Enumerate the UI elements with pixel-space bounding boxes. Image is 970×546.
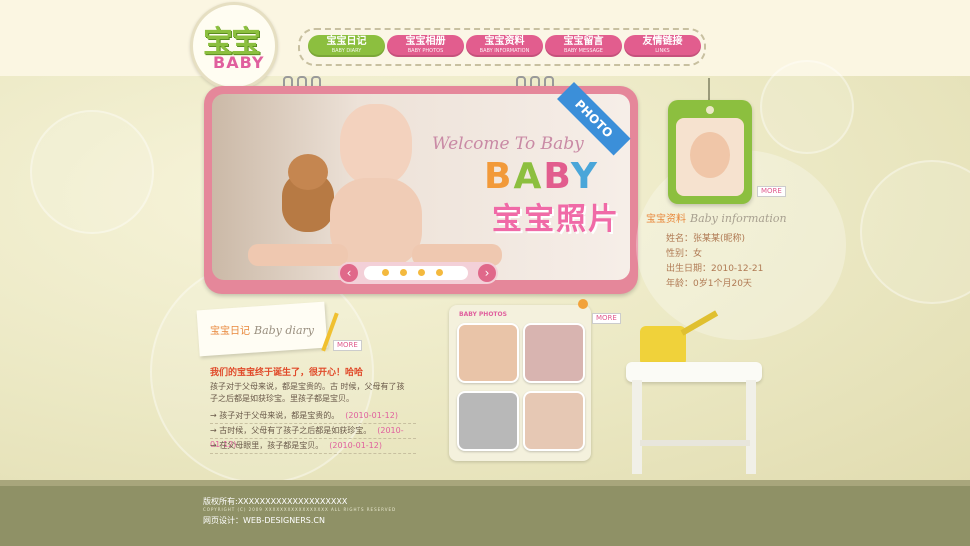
arrow-right-icon: → xyxy=(210,426,220,435)
diary-more-button[interactable]: MORE xyxy=(333,340,362,351)
nav-label: 宝宝资料 xyxy=(484,36,525,47)
diary-list-item[interactable]: → 古时候，父母有了孩子之后都是如获珍宝。 (2010-01-12) xyxy=(210,424,416,449)
diary-item-text: 在父母眼里，孩子都是宝贝。 xyxy=(219,441,324,450)
watering-can-image xyxy=(640,326,686,366)
slide-dots xyxy=(364,266,468,280)
slide-dot[interactable] xyxy=(400,269,407,276)
baby-leg-image xyxy=(248,244,348,266)
nav-item-links[interactable]: 友情链接 LINKS xyxy=(624,35,701,57)
diary-headline[interactable]: 我们的宝宝终于诞生了，很开心！哈哈 xyxy=(210,365,363,378)
decor-circle xyxy=(30,110,154,234)
baby-face-image xyxy=(340,104,412,186)
profile-row: 性别：女 xyxy=(666,247,763,262)
nav-item-information[interactable]: 宝宝资料 BABY INFORMATION xyxy=(466,35,543,57)
main-nav: 宝宝日记 BABY DIARY 宝宝相册 BABY PHOTOS 宝宝资料 BA… xyxy=(298,28,706,66)
stool-bar xyxy=(640,440,750,446)
tag-string xyxy=(708,78,710,102)
nav-sublabel: BABY MESSAGE xyxy=(564,48,603,54)
profile-row: 年龄：0岁1个月20天 xyxy=(666,277,763,292)
photo-thumb[interactable] xyxy=(457,391,519,451)
nav-item-message[interactable]: 宝宝留言 BABY MESSAGE xyxy=(545,35,622,57)
logo-en-text: BABY xyxy=(213,53,265,72)
profile-label: 性别： xyxy=(666,249,694,259)
nav-label: 宝宝日记 xyxy=(326,36,367,47)
diary-title-cn: 宝宝日记 xyxy=(210,326,250,337)
stool-image xyxy=(626,362,762,382)
slide-dot[interactable] xyxy=(382,269,389,276)
pin-icon xyxy=(578,299,588,309)
profile-label: 出生日期： xyxy=(666,264,712,274)
chevron-right-icon[interactable]: › xyxy=(478,264,496,282)
diary-excerpt: 孩子对于父母来说，都是宝贵的。古 时候，父母有了孩子之后都是如获珍宝。里孩子都是… xyxy=(210,382,405,403)
photo-thumb[interactable] xyxy=(523,391,585,451)
profile-value: 2010-12-21 xyxy=(711,264,764,274)
teddy-head-image xyxy=(288,154,328,190)
decor-circle xyxy=(760,60,854,154)
slide-dot[interactable] xyxy=(418,269,425,276)
diary-list-item[interactable]: → 孩子对于父母来说，都是宝贵的。 (2010-01-12) xyxy=(210,409,416,424)
profile-row: 出生日期：2010-12-21 xyxy=(666,262,763,277)
profile-label: 姓名： xyxy=(666,234,694,244)
diary-title: 宝宝日记 Baby diary xyxy=(210,322,314,337)
hero-banner: Welcome To Baby BABY 宝宝照片 ‹ › xyxy=(204,86,638,294)
profile-title: 宝宝资料 Baby information xyxy=(646,210,787,225)
stool-leg xyxy=(746,380,756,474)
arrow-right-icon: → xyxy=(210,441,220,450)
photo-thumb[interactable] xyxy=(457,323,519,383)
diary-list-item[interactable]: → 在父母眼里，孩子都是宝贝。 (2010-01-12) xyxy=(210,439,416,454)
profile-value: 张某某(昵称) xyxy=(693,234,746,244)
nav-sublabel: BABY PHOTOS xyxy=(407,48,444,54)
nav-label: 友情链接 xyxy=(642,36,683,47)
profile-more-button[interactable]: MORE xyxy=(757,186,786,197)
baby-photos-title: 宝宝照片 xyxy=(492,202,620,237)
diary-item-text: 古时候，父母有了孩子之后都是如获珍宝。 xyxy=(219,426,372,435)
profile-title-cn: 宝宝资料 xyxy=(646,214,686,225)
site-logo[interactable]: 宝宝 BABY xyxy=(190,2,278,90)
footer xyxy=(0,486,970,546)
profile-value: 女 xyxy=(693,249,703,259)
nav-sublabel: LINKS xyxy=(655,48,670,54)
copyright-en-text: COPYRIGHT (C) 2009 XXXXXXXXXXXXXXXXX ALL… xyxy=(203,507,397,512)
photo-thumb[interactable] xyxy=(523,323,585,383)
baby-photos-panel: BABY PHOTOS xyxy=(449,305,591,461)
profile-row: 姓名：张某某(昵称) xyxy=(666,232,763,247)
diary-item-date: (2010-01-12) xyxy=(345,411,398,420)
profile-photo xyxy=(676,118,744,196)
photos-title: BABY PHOTOS xyxy=(459,311,507,318)
nav-label: 宝宝相册 xyxy=(405,36,446,47)
profile-info: 姓名：张某某(昵称) 性别：女 出生日期：2010-12-21 年龄：0岁1个月… xyxy=(666,232,763,292)
welcome-text: Welcome To Baby xyxy=(432,134,584,154)
photos-more-button[interactable]: MORE xyxy=(592,313,621,324)
diary-item-date: (2010-01-12) xyxy=(329,441,382,450)
tag-hole xyxy=(706,106,714,114)
banner-slider: ‹ › xyxy=(338,262,498,284)
nav-sublabel: BABY INFORMATION xyxy=(479,48,530,54)
arrow-right-icon: → xyxy=(210,411,220,420)
designer-credit[interactable]: 网页设计：WEB-DESIGNERS.CN xyxy=(203,515,325,526)
banner-photo: Welcome To Baby BABY 宝宝照片 xyxy=(212,94,630,280)
baby-word-art: BABY xyxy=(484,156,599,197)
profile-photo-tag[interactable] xyxy=(668,100,752,204)
diary-title-en: Baby diary xyxy=(254,324,314,337)
nav-sublabel: BABY DIARY xyxy=(331,48,362,54)
profile-value: 0岁1个月20天 xyxy=(693,279,752,289)
stool-leg xyxy=(632,380,642,474)
baby-face-image xyxy=(690,132,730,178)
nav-item-photos[interactable]: 宝宝相册 BABY PHOTOS xyxy=(387,35,464,57)
profile-label: 年龄： xyxy=(666,279,694,289)
nav-item-diary[interactable]: 宝宝日记 BABY DIARY xyxy=(308,35,385,57)
profile-title-en: Baby information xyxy=(690,212,787,225)
copyright-text: 版权所有:XXXXXXXXXXXXXXXXXXXX xyxy=(203,497,348,506)
chevron-left-icon[interactable]: ‹ xyxy=(340,264,358,282)
diary-item-text: 孩子对于父母来说，都是宝贵的。 xyxy=(219,411,340,420)
slide-dot[interactable] xyxy=(436,269,443,276)
nav-label: 宝宝留言 xyxy=(563,36,604,47)
